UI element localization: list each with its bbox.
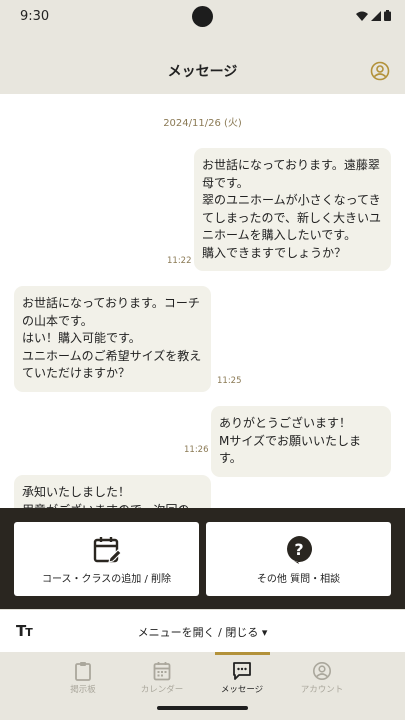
date-separator: 2024/11/26 (火) [163,118,242,129]
message-time: 11:25 [217,376,242,386]
nav-label: カレンダー [140,685,184,695]
message-thread[interactable]: 2024/11/26 (火) お世話になっております。遠藤翠 母です。 翠のユニ… [0,94,405,508]
message-bubble-received[interactable]: お世話になっております。コーチ の山本です。 はい！購入可能です。 ユニホームの… [14,286,211,392]
message-time: 11:26 [184,445,209,455]
calendar-icon [153,662,171,681]
menu-button-label: コース・クラスの追加 / 削除 [41,574,172,585]
message-time: 11:22 [167,256,192,266]
svg-text:?: ? [294,540,303,559]
nav-item-calendar[interactable]: カレンダー [122,652,202,700]
menu-toggle-bar: TT メニューを開く / 閉じる ▾ [0,609,405,652]
home-indicator[interactable] [157,706,248,710]
signal-icon [371,10,381,21]
quick-menu-panel: コース・クラスの追加 / 削除 ? その他 質問・相談 [0,508,405,609]
status-time: 9:30 [20,9,50,24]
other-questions-button[interactable]: ? その他 質問・相談 [206,522,391,596]
nav-item-bulletin-board[interactable]: 掲示板 [43,652,123,700]
profile-icon[interactable] [369,60,391,82]
message-bubble-sent[interactable]: お世話になっております。遠藤翠 母です。 翠のユニホームが小さくなってき てしま… [194,148,391,271]
camera-cutout [192,6,213,27]
page-title: メッセージ [167,64,238,80]
account-icon [313,662,331,680]
calendar-edit-icon [93,537,122,563]
nav-label: メッセージ [220,685,264,695]
nav-item-messages[interactable]: メッセージ [202,652,282,700]
app-header: メッセージ [0,34,405,94]
message-icon [233,662,251,680]
status-bar: 9:30 [0,0,405,34]
course-class-edit-button[interactable]: コース・クラスの追加 / 削除 [14,522,199,596]
question-bubble-icon: ? [286,536,312,564]
status-icons [356,10,391,21]
message-bubble-sent[interactable]: ありがとうございます！ Mサイズでお願いいたします。 [211,406,391,477]
nav-item-account[interactable]: アカウント [282,652,362,700]
menu-button-label: その他 質問・相談 [256,574,341,585]
message-bubble-received[interactable]: 承知いたしました！ 用意がございますので、次回の [14,475,211,508]
nav-label: 掲示板 [70,685,96,695]
menu-toggle-button[interactable]: メニューを開く / 閉じる ▾ [0,624,405,640]
battery-icon [384,10,391,21]
wifi-icon [356,11,368,21]
clipboard-icon [75,662,91,681]
nav-label: アカウント [300,685,344,695]
